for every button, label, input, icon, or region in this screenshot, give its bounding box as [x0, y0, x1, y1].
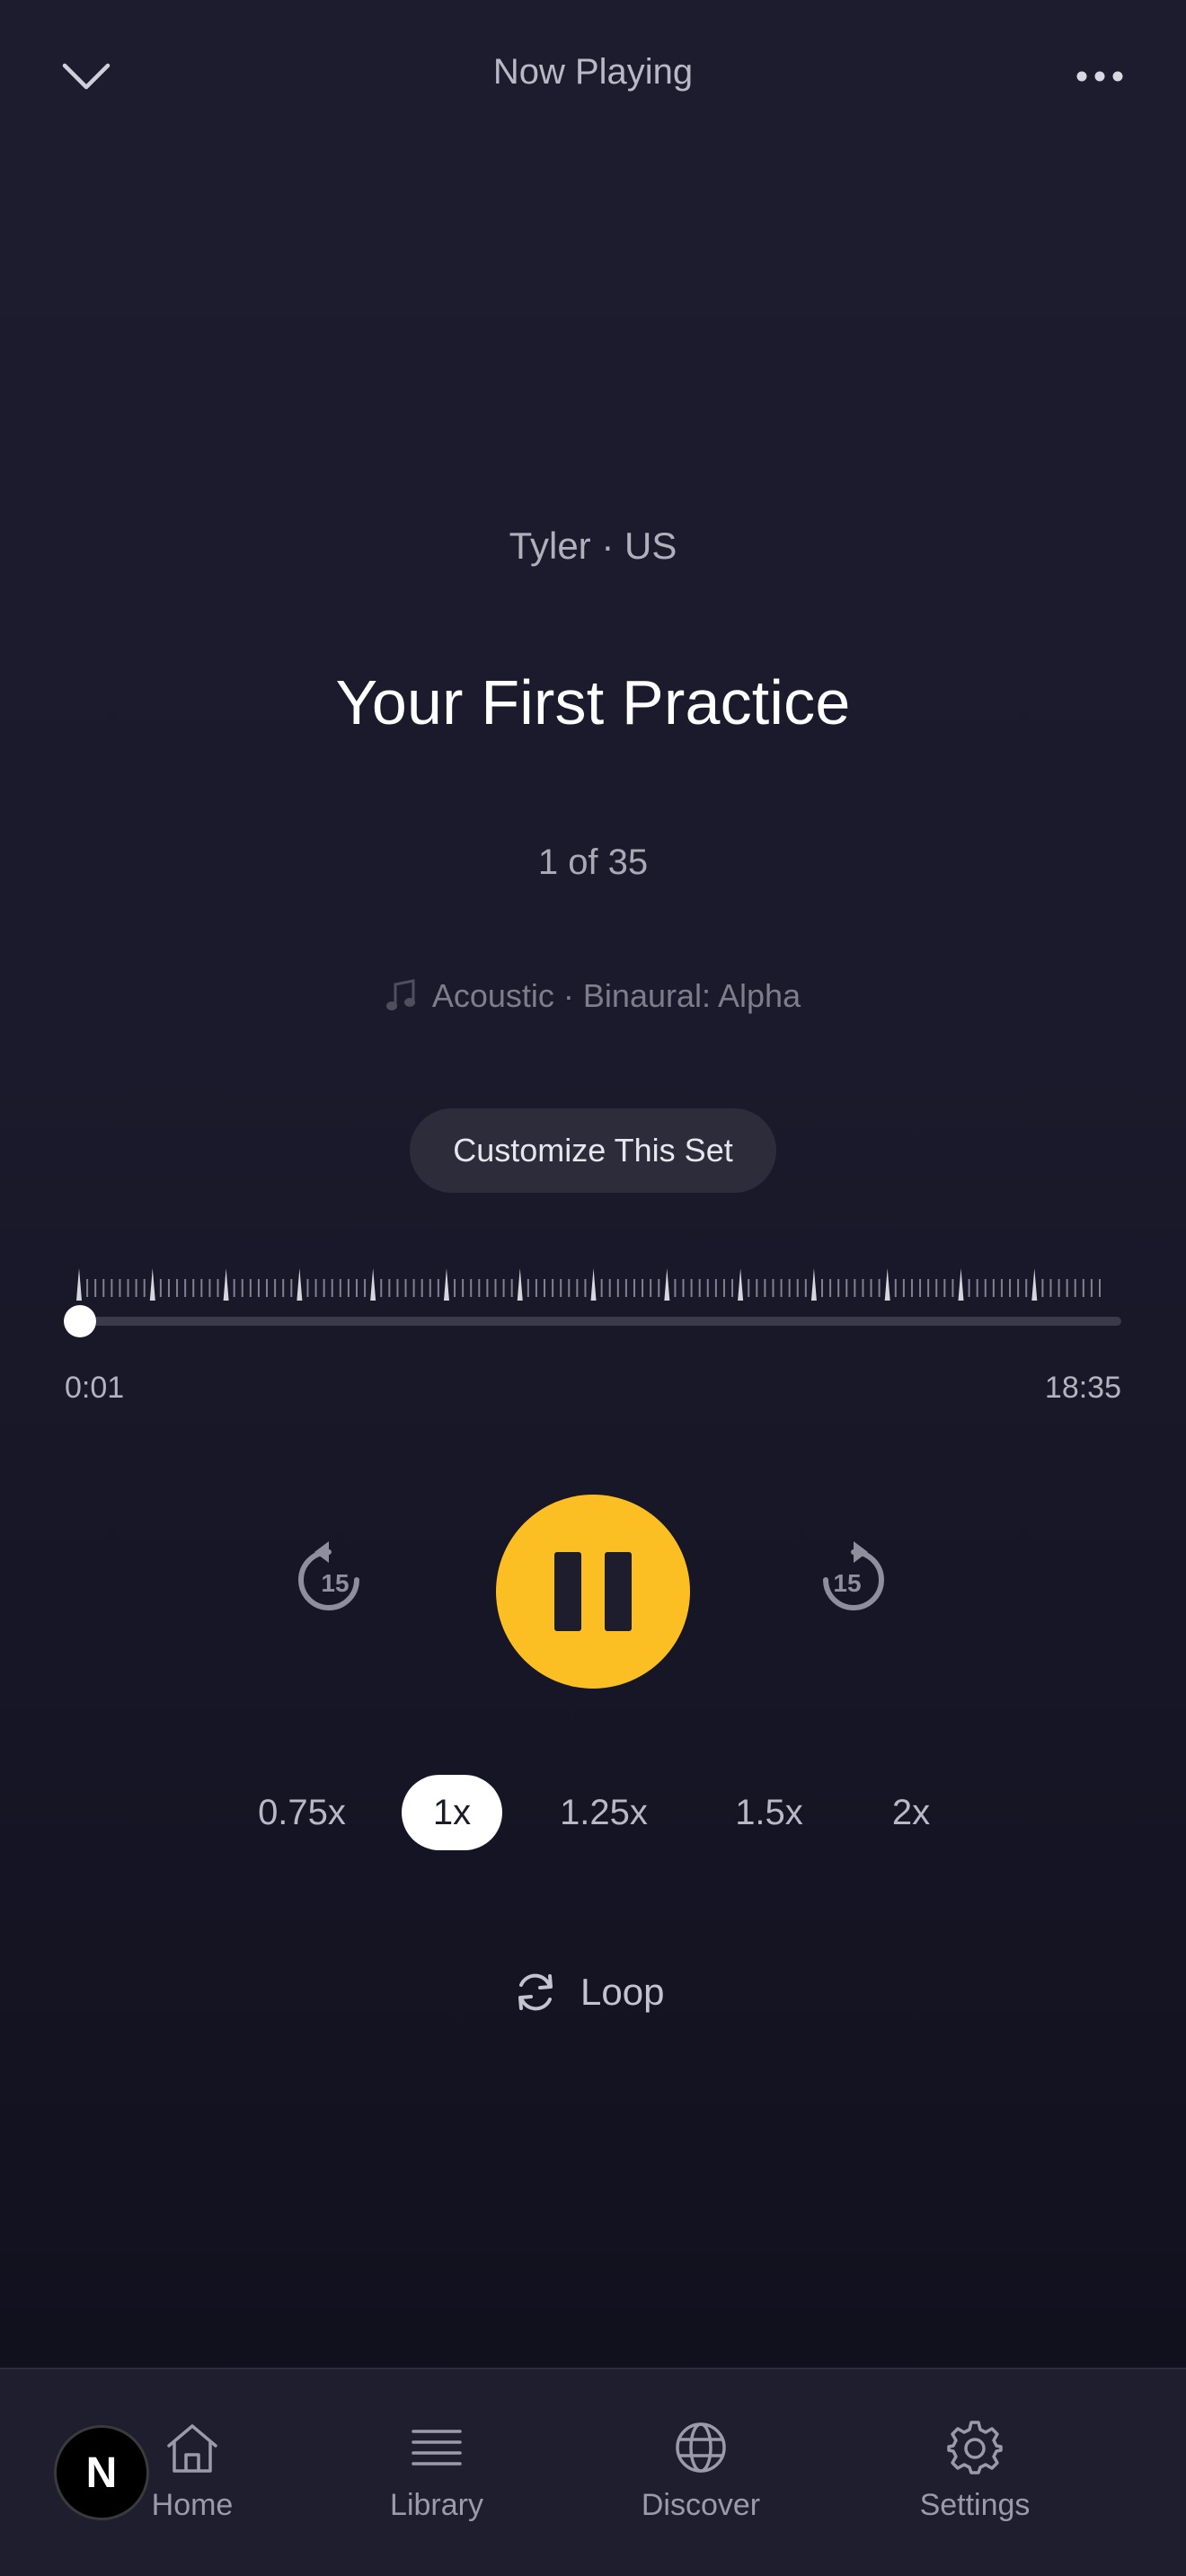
library-icon: [405, 2416, 468, 2479]
speed-option-1-5x[interactable]: 1.5x: [715, 1775, 823, 1850]
nav-item-settings[interactable]: Settings: [907, 2369, 1042, 2549]
track-counter: 1 of 35: [537, 842, 649, 882]
waveform-major-tick: [517, 1268, 523, 1301]
total-time: 18:35: [1044, 1371, 1121, 1405]
more-horizontal-icon: [1076, 71, 1123, 82]
nav-label-discover: Discover: [641, 2488, 761, 2522]
sound-settings-line: Acoustic · Binaural: Alpha: [0, 977, 1186, 1015]
waveform-major-tick: [370, 1268, 376, 1301]
bottom-navigation: Home Library Discover Settings: [0, 2368, 1186, 2576]
elapsed-time: 0:01: [65, 1371, 125, 1405]
music-note-icon: [385, 979, 415, 1010]
waveform-major-tick: [1031, 1268, 1038, 1301]
nav-label-library: Library: [390, 2488, 483, 2522]
waveform-major-tick: [810, 1268, 817, 1301]
loop-label: Loop: [580, 1971, 665, 2013]
loop-icon: [518, 1973, 553, 2011]
sound-settings-text: Acoustic · Binaural: Alpha: [431, 977, 801, 1014]
speed-option-1x[interactable]: 1x: [402, 1775, 502, 1850]
waveform-major-tick: [958, 1268, 964, 1301]
waveform-ticks: [76, 1268, 1101, 1301]
rewind-15-button[interactable]: 15: [293, 1539, 374, 1620]
waveform-major-tick: [884, 1268, 890, 1301]
pause-button[interactable]: [496, 1495, 690, 1689]
waveform-major-tick: [443, 1268, 449, 1301]
waveform-major-tick: [223, 1268, 229, 1301]
speed-option-0-75x[interactable]: 0.75x: [243, 1775, 361, 1850]
progress-thumb[interactable]: [64, 1305, 96, 1337]
forward-15-icon: 15: [823, 1541, 884, 1610]
playback-speed-selector: 0.75x 1x 1.25x 1.5x 2x: [0, 1775, 1186, 1850]
gear-icon: [943, 2416, 1006, 2479]
waveform-major-tick: [738, 1268, 744, 1301]
rewind-15-icon: 15: [298, 1541, 359, 1610]
n-logo-badge[interactable]: N: [54, 2425, 149, 2520]
artist-line: Tyler · US: [509, 525, 677, 567]
globe-icon: [669, 2416, 732, 2479]
nav-item-discover[interactable]: Discover: [631, 2369, 771, 2549]
waveform-major-tick: [149, 1268, 155, 1301]
speed-option-1-25x[interactable]: 1.25x: [543, 1775, 665, 1850]
progress-track[interactable]: [75, 1317, 1121, 1326]
loop-toggle[interactable]: Loop: [512, 1956, 683, 2028]
customize-set-button[interactable]: Customize This Set: [410, 1108, 776, 1193]
forward-label: 15: [833, 1569, 861, 1597]
forward-15-button[interactable]: 15: [809, 1539, 890, 1620]
more-options-button[interactable]: [1058, 40, 1141, 112]
waveform-major-tick: [590, 1268, 597, 1301]
track-title: Your First Practice: [335, 667, 851, 737]
nav-label-home: Home: [151, 2488, 234, 2522]
nav-item-library[interactable]: Library: [376, 2369, 498, 2549]
waveform-major-tick: [296, 1268, 303, 1301]
nav-label-settings: Settings: [919, 2488, 1031, 2522]
speed-option-2x[interactable]: 2x: [868, 1775, 954, 1850]
pause-icon-right-bar: [605, 1552, 632, 1631]
nav-item-home[interactable]: Home: [140, 2369, 244, 2549]
waveform-major-tick: [76, 1268, 82, 1301]
home-icon: [161, 2416, 224, 2479]
pause-icon-left-bar: [554, 1552, 581, 1631]
waveform-major-tick: [664, 1268, 670, 1301]
rewind-label: 15: [321, 1569, 349, 1597]
page-title: Now Playing: [492, 52, 694, 92]
